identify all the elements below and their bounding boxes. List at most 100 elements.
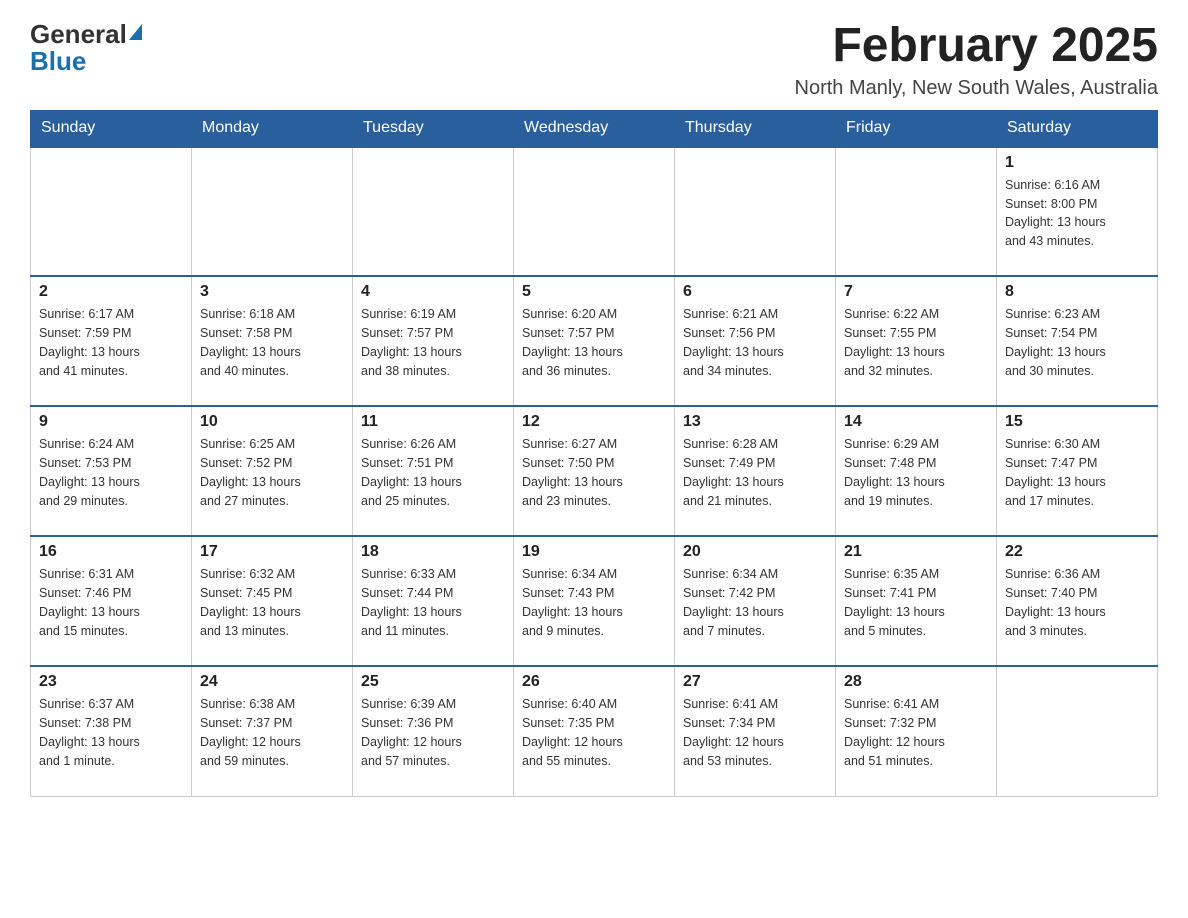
day-info-21: Sunrise: 6:35 AM Sunset: 7:41 PM Dayligh… <box>844 565 988 640</box>
weekday-header-row: SundayMondayTuesdayWednesdayThursdayFrid… <box>31 110 1158 146</box>
day-number-16: 16 <box>39 543 183 561</box>
empty-cell <box>353 146 514 276</box>
day-cell-24: 24Sunrise: 6:38 AM Sunset: 7:37 PM Dayli… <box>192 666 353 796</box>
day-cell-6: 6 Sunrise: 6:21 AM Sunset: 7:56 PM Daylig… <box>675 276 836 406</box>
day-number-14: 14 <box>844 413 988 431</box>
calendar-table: SundayMondayTuesdayWednesdayThursdayFrid… <box>30 110 1158 797</box>
empty-cell <box>997 666 1158 796</box>
day-number-2: 2 <box>39 283 183 301</box>
logo-general-text: General <box>30 20 127 49</box>
day-cell-1: 1Sunrise: 6:16 AM Sunset: 8:00 PM Daylig… <box>997 146 1158 276</box>
day-number-23: 23 <box>39 673 183 691</box>
day-info-6: Sunrise: 6:21 AM Sunset: 7:56 PM Dayligh… <box>683 305 827 380</box>
weekday-header-saturday: Saturday <box>997 110 1158 146</box>
day-cell-14: 14 Sunrise: 6:29 AM Sunset: 7:48 PM Dayli… <box>836 406 997 536</box>
day-cell-11: 11 Sunrise: 6:26 AM Sunset: 7:51 PM Dayli… <box>353 406 514 536</box>
day-cell-19: 19 Sunrise: 6:34 AM Sunset: 7:43 PM Dayli… <box>514 536 675 666</box>
day-info-3: Sunrise: 6:18 AM Sunset: 7:58 PM Dayligh… <box>200 305 344 380</box>
day-cell-4: 4 Sunrise: 6:19 AM Sunset: 7:57 PM Daylig… <box>353 276 514 406</box>
day-info-28: Sunrise: 6:41 AM Sunset: 7:32 PM Dayligh… <box>844 695 988 770</box>
day-cell-18: 18 Sunrise: 6:33 AM Sunset: 7:44 PM Dayli… <box>353 536 514 666</box>
weekday-header-tuesday: Tuesday <box>353 110 514 146</box>
day-info-25: Sunrise: 6:39 AM Sunset: 7:36 PM Dayligh… <box>361 695 505 770</box>
empty-cell <box>192 146 353 276</box>
day-number-4: 4 <box>361 283 505 301</box>
empty-cell <box>675 146 836 276</box>
day-cell-13: 13Sunrise: 6:28 AM Sunset: 7:49 PM Dayli… <box>675 406 836 536</box>
day-number-8: 8 <box>1005 283 1149 301</box>
day-number-15: 15 <box>1005 413 1149 431</box>
week-row-1: 1Sunrise: 6:16 AM Sunset: 8:00 PM Daylig… <box>31 146 1158 276</box>
day-number-19: 19 <box>522 543 666 561</box>
day-number-3: 3 <box>200 283 344 301</box>
day-number-12: 12 <box>522 413 666 431</box>
day-info-23: Sunrise: 6:37 AM Sunset: 7:38 PM Dayligh… <box>39 695 183 770</box>
week-row-5: 23 Sunrise: 6:37 AM Sunset: 7:38 PM Dayli… <box>31 666 1158 796</box>
day-info-4: Sunrise: 6:19 AM Sunset: 7:57 PM Dayligh… <box>361 305 505 380</box>
day-info-9: Sunrise: 6:24 AM Sunset: 7:53 PM Dayligh… <box>39 435 183 510</box>
page-header: General Blue February 2025 North Manly, … <box>30 20 1158 100</box>
week-row-4: 16 Sunrise: 6:31 AM Sunset: 7:46 PM Dayli… <box>31 536 1158 666</box>
day-info-17: Sunrise: 6:32 AM Sunset: 7:45 PM Dayligh… <box>200 565 344 640</box>
day-info-24: Sunrise: 6:38 AM Sunset: 7:37 PM Dayligh… <box>200 695 344 770</box>
day-cell-12: 12 Sunrise: 6:27 AM Sunset: 7:50 PM Dayli… <box>514 406 675 536</box>
weekday-header-wednesday: Wednesday <box>514 110 675 146</box>
day-cell-15: 15Sunrise: 6:30 AM Sunset: 7:47 PM Dayli… <box>997 406 1158 536</box>
day-info-11: Sunrise: 6:26 AM Sunset: 7:51 PM Dayligh… <box>361 435 505 510</box>
day-cell-10: 10Sunrise: 6:25 AM Sunset: 7:52 PM Dayli… <box>192 406 353 536</box>
day-number-25: 25 <box>361 673 505 691</box>
day-cell-17: 17Sunrise: 6:32 AM Sunset: 7:45 PM Dayli… <box>192 536 353 666</box>
week-row-3: 9 Sunrise: 6:24 AM Sunset: 7:53 PM Daylig… <box>31 406 1158 536</box>
day-cell-26: 26 Sunrise: 6:40 AM Sunset: 7:35 PM Dayli… <box>514 666 675 796</box>
day-cell-3: 3 Sunrise: 6:18 AM Sunset: 7:58 PM Daylig… <box>192 276 353 406</box>
day-cell-5: 5 Sunrise: 6:20 AM Sunset: 7:57 PM Daylig… <box>514 276 675 406</box>
day-cell-23: 23 Sunrise: 6:37 AM Sunset: 7:38 PM Dayli… <box>31 666 192 796</box>
empty-cell <box>31 146 192 276</box>
logo-blue-text: Blue <box>30 47 142 76</box>
day-number-20: 20 <box>683 543 827 561</box>
day-cell-21: 21 Sunrise: 6:35 AM Sunset: 7:41 PM Dayli… <box>836 536 997 666</box>
day-number-5: 5 <box>522 283 666 301</box>
weekday-header-sunday: Sunday <box>31 110 192 146</box>
empty-cell <box>514 146 675 276</box>
day-info-18: Sunrise: 6:33 AM Sunset: 7:44 PM Dayligh… <box>361 565 505 640</box>
day-number-28: 28 <box>844 673 988 691</box>
day-info-2: Sunrise: 6:17 AM Sunset: 7:59 PM Dayligh… <box>39 305 183 380</box>
day-info-12: Sunrise: 6:27 AM Sunset: 7:50 PM Dayligh… <box>522 435 666 510</box>
weekday-header-friday: Friday <box>836 110 997 146</box>
weekday-header-monday: Monday <box>192 110 353 146</box>
day-cell-9: 9 Sunrise: 6:24 AM Sunset: 7:53 PM Daylig… <box>31 406 192 536</box>
day-number-18: 18 <box>361 543 505 561</box>
day-info-7: Sunrise: 6:22 AM Sunset: 7:55 PM Dayligh… <box>844 305 988 380</box>
day-number-11: 11 <box>361 413 505 431</box>
day-cell-16: 16 Sunrise: 6:31 AM Sunset: 7:46 PM Dayli… <box>31 536 192 666</box>
day-info-1: Sunrise: 6:16 AM Sunset: 8:00 PM Dayligh… <box>1005 176 1149 251</box>
day-info-19: Sunrise: 6:34 AM Sunset: 7:43 PM Dayligh… <box>522 565 666 640</box>
day-number-10: 10 <box>200 413 344 431</box>
calendar-title: February 2025 <box>795 20 1158 73</box>
logo: General Blue <box>30 20 142 75</box>
day-cell-7: 7 Sunrise: 6:22 AM Sunset: 7:55 PM Daylig… <box>836 276 997 406</box>
week-row-2: 2 Sunrise: 6:17 AM Sunset: 7:59 PM Daylig… <box>31 276 1158 406</box>
day-number-21: 21 <box>844 543 988 561</box>
day-info-8: Sunrise: 6:23 AM Sunset: 7:54 PM Dayligh… <box>1005 305 1149 380</box>
day-cell-20: 20Sunrise: 6:34 AM Sunset: 7:42 PM Dayli… <box>675 536 836 666</box>
day-number-27: 27 <box>683 673 827 691</box>
day-cell-28: 28 Sunrise: 6:41 AM Sunset: 7:32 PM Dayli… <box>836 666 997 796</box>
day-cell-25: 25 Sunrise: 6:39 AM Sunset: 7:36 PM Dayli… <box>353 666 514 796</box>
day-number-22: 22 <box>1005 543 1149 561</box>
empty-cell <box>836 146 997 276</box>
day-info-14: Sunrise: 6:29 AM Sunset: 7:48 PM Dayligh… <box>844 435 988 510</box>
day-cell-27: 27 Sunrise: 6:41 AM Sunset: 7:34 PM Dayli… <box>675 666 836 796</box>
title-section: February 2025 North Manly, New South Wal… <box>795 20 1158 100</box>
day-info-27: Sunrise: 6:41 AM Sunset: 7:34 PM Dayligh… <box>683 695 827 770</box>
day-info-26: Sunrise: 6:40 AM Sunset: 7:35 PM Dayligh… <box>522 695 666 770</box>
day-number-9: 9 <box>39 413 183 431</box>
day-info-13: Sunrise: 6:28 AM Sunset: 7:49 PM Dayligh… <box>683 435 827 510</box>
day-cell-8: 8 Sunrise: 6:23 AM Sunset: 7:54 PM Daylig… <box>997 276 1158 406</box>
day-number-7: 7 <box>844 283 988 301</box>
day-number-26: 26 <box>522 673 666 691</box>
day-info-16: Sunrise: 6:31 AM Sunset: 7:46 PM Dayligh… <box>39 565 183 640</box>
day-info-5: Sunrise: 6:20 AM Sunset: 7:57 PM Dayligh… <box>522 305 666 380</box>
day-number-6: 6 <box>683 283 827 301</box>
